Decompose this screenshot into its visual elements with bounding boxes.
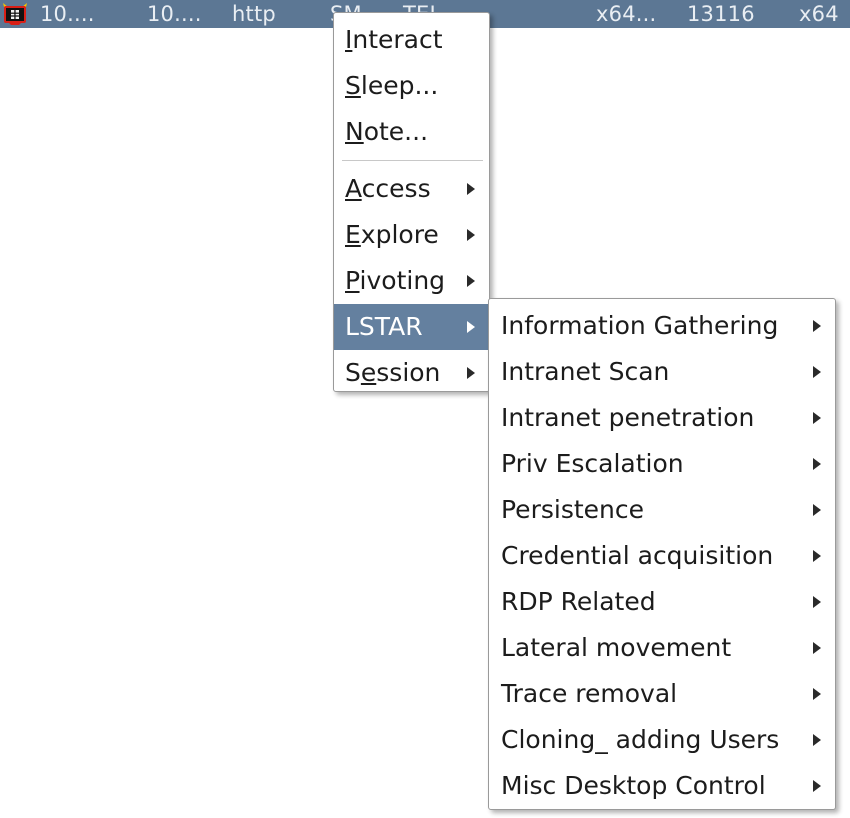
submenu-item-priv-escalation-label: Priv Escalation [501, 449, 684, 478]
chevron-right-icon [813, 734, 821, 746]
chevron-right-icon [813, 780, 821, 792]
chevron-right-icon [813, 504, 821, 516]
menu-item-session-label: Session [345, 358, 441, 387]
beacon-context-menu[interactable]: Interact Sleep... Note... Access Explore… [333, 12, 490, 392]
submenu-item-persistence-label: Persistence [501, 495, 644, 524]
menu-item-interact-label: Interact [345, 25, 443, 54]
submenu-item-intranet-scan-label: Intranet Scan [501, 357, 670, 386]
submenu-item-intranet-penetration[interactable]: Intranet penetration [489, 395, 835, 441]
menu-item-access-label: Access [345, 174, 431, 203]
menu-item-note[interactable]: Note... [334, 109, 489, 155]
chevron-right-icon [813, 688, 821, 700]
submenu-item-lateral-movement-label: Lateral movement [501, 633, 732, 662]
submenu-item-rdp-related[interactable]: RDP Related [489, 579, 835, 625]
submenu-item-misc-desktop-control-label: Misc Desktop Control [501, 771, 766, 800]
chevron-right-icon [467, 321, 475, 333]
submenu-item-misc-desktop-control[interactable]: Misc Desktop Control [489, 763, 835, 809]
submenu-item-cloning-adding-users-label: Cloning_ adding Users [501, 725, 780, 754]
menu-item-sleep[interactable]: Sleep... [334, 63, 489, 109]
menu-item-lstar[interactable]: LSTAR [334, 304, 489, 350]
menu-item-note-label: Note... [345, 117, 429, 146]
column-header-process-arch[interactable]: x64 [799, 0, 839, 28]
column-header-internal-ip[interactable]: 10.... [147, 0, 202, 28]
column-header-host-ip[interactable]: 10.... [40, 0, 95, 28]
submenu-item-intranet-scan[interactable]: Intranet Scan [489, 349, 835, 395]
submenu-item-cloning-adding-users[interactable]: Cloning_ adding Users [489, 717, 835, 763]
column-header-arch[interactable]: x64... [596, 0, 656, 28]
menu-item-interact[interactable]: Interact [334, 17, 489, 63]
chevron-right-icon [813, 550, 821, 562]
chevron-right-icon [813, 596, 821, 608]
cobalt-strike-beacon-icon [2, 2, 28, 26]
submenu-item-information-gathering-label: Information Gathering [501, 311, 779, 340]
lstar-submenu[interactable]: Information Gathering Intranet Scan Intr… [488, 298, 836, 810]
chevron-right-icon [813, 412, 821, 424]
chevron-right-icon [467, 367, 475, 379]
submenu-item-intranet-penetration-label: Intranet penetration [501, 403, 755, 432]
menu-item-pivoting-label: Pivoting [345, 266, 446, 295]
menu-item-access[interactable]: Access [334, 166, 489, 212]
menu-item-explore-label: Explore [345, 220, 439, 249]
submenu-item-priv-escalation[interactable]: Priv Escalation [489, 441, 835, 487]
menu-item-explore[interactable]: Explore [334, 212, 489, 258]
submenu-item-lateral-movement[interactable]: Lateral movement [489, 625, 835, 671]
chevron-right-icon [813, 366, 821, 378]
submenu-item-trace-removal-label: Trace removal [501, 679, 678, 708]
menu-item-lstar-label: LSTAR [345, 312, 423, 341]
menu-item-session[interactable]: Session [334, 350, 489, 396]
submenu-item-credential-acquisition-label: Credential acquisition [501, 541, 774, 570]
submenu-item-information-gathering[interactable]: Information Gathering [489, 303, 835, 349]
submenu-item-persistence[interactable]: Persistence [489, 487, 835, 533]
chevron-right-icon [467, 275, 475, 287]
chevron-right-icon [813, 458, 821, 470]
chevron-right-icon [467, 229, 475, 241]
menu-item-pivoting[interactable]: Pivoting [334, 258, 489, 304]
menu-item-sleep-label: Sleep... [345, 71, 439, 100]
chevron-right-icon [813, 320, 821, 332]
submenu-item-rdp-related-label: RDP Related [501, 587, 656, 616]
menu-separator [342, 160, 483, 161]
column-header-listener[interactable]: http [232, 0, 276, 28]
submenu-item-credential-acquisition[interactable]: Credential acquisition [489, 533, 835, 579]
column-header-pid[interactable]: 13116 [687, 0, 755, 28]
chevron-right-icon [467, 183, 475, 195]
submenu-item-trace-removal[interactable]: Trace removal [489, 671, 835, 717]
chevron-right-icon [813, 642, 821, 654]
